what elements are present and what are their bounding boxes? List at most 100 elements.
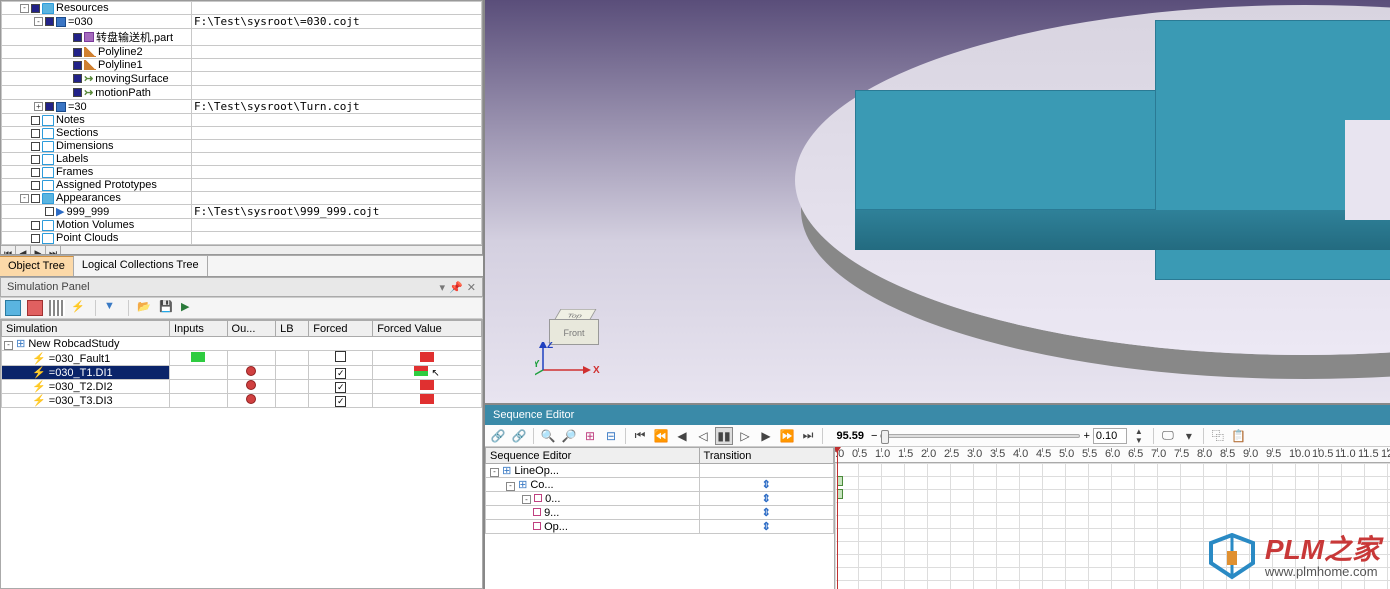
transition-link-icon[interactable]: ⇕ <box>762 479 771 491</box>
tab-object-tree[interactable]: Object Tree <box>0 256 74 276</box>
tree-checkbox[interactable] <box>31 155 40 164</box>
filter-icon[interactable]: ▼ <box>104 300 120 316</box>
prev-frame-icon[interactable]: ◀ <box>673 427 691 445</box>
next-frame-icon[interactable]: ▶ <box>757 427 775 445</box>
tree-icon[interactable]: ⊟ <box>602 427 620 445</box>
seq-toggle[interactable]: - <box>506 482 515 491</box>
seq-row-label[interactable]: Op... <box>544 521 568 533</box>
forced-value-indicator[interactable] <box>420 394 434 404</box>
tab-logical-tree[interactable]: Logical Collections Tree <box>74 256 208 276</box>
input-indicator[interactable] <box>191 352 205 362</box>
3d-viewport[interactable]: Top Front X Z Y <box>485 0 1390 403</box>
view-cube-front[interactable]: Front <box>549 319 599 345</box>
tree-checkbox[interactable] <box>45 207 54 216</box>
sim-row-label[interactable]: =030_T3.DI3 <box>49 395 113 407</box>
time-slider[interactable] <box>880 434 1080 438</box>
tree-item-label[interactable]: Assigned Prototypes <box>56 179 157 191</box>
seq-toggle[interactable]: - <box>522 495 531 504</box>
action-icon[interactable]: ⚡ <box>71 300 87 316</box>
tree-item-label[interactable]: Appearances <box>56 192 121 204</box>
tree-checkbox[interactable] <box>31 129 40 138</box>
forced-value-indicator[interactable] <box>420 352 434 362</box>
tree-item-label[interactable]: =030 <box>68 16 93 28</box>
nav-prev[interactable]: ◀ <box>16 246 31 255</box>
tree-checkbox[interactable] <box>73 74 82 83</box>
tree-item-label[interactable]: Labels <box>56 153 88 165</box>
forced-checkbox[interactable]: ✓ <box>335 368 346 379</box>
step-input[interactable] <box>1093 428 1127 444</box>
transition-link-icon[interactable]: ⇕ <box>762 521 771 533</box>
zoom-out-icon[interactable]: 🔍 <box>539 427 557 445</box>
tree-item-label[interactable]: Sections <box>56 127 98 139</box>
tree-checkbox[interactable] <box>31 4 40 13</box>
sim-root-toggle[interactable]: - <box>4 341 13 350</box>
nav-next[interactable]: ▶ <box>31 246 46 255</box>
tree-item-label[interactable]: 999_999 <box>66 206 109 218</box>
close-icon[interactable]: ✕ <box>467 281 476 294</box>
save-icon[interactable]: 💾 <box>159 300 175 316</box>
forced-checkbox[interactable] <box>335 351 346 362</box>
output-indicator[interactable] <box>246 394 256 404</box>
dropdown-icon[interactable]: ▾ <box>440 281 446 294</box>
tree-checkbox[interactable] <box>45 102 54 111</box>
columns-icon[interactable] <box>49 300 65 316</box>
tree-checkbox[interactable] <box>73 88 82 97</box>
play-icon[interactable]: ▶ <box>181 300 197 316</box>
tree-checkbox[interactable] <box>31 194 40 203</box>
tree-item-label[interactable]: Notes <box>56 114 85 126</box>
pin-icon[interactable]: 📌 <box>449 281 463 294</box>
tree-checkbox[interactable] <box>31 234 40 243</box>
sim-col-header[interactable]: LB <box>276 321 309 337</box>
transition-link-icon[interactable]: ⇕ <box>762 507 771 519</box>
seq-toggle[interactable]: - <box>490 468 499 477</box>
seq-row-label[interactable]: 9... <box>544 507 559 519</box>
seq-col-header[interactable]: Sequence Editor <box>486 448 700 464</box>
seq-row-label[interactable]: 0... <box>545 493 560 505</box>
step-up-icon[interactable]: ▲▼ <box>1130 427 1148 445</box>
seq-row-label[interactable]: Co... <box>530 479 553 491</box>
zoom-fit-icon[interactable]: ⊞ <box>581 427 599 445</box>
tree-item-label[interactable]: =30 <box>68 101 87 113</box>
forced-value-indicator[interactable] <box>420 380 434 390</box>
play-back-icon[interactable]: ◁ <box>694 427 712 445</box>
paste-icon[interactable]: 📋 <box>1230 427 1248 445</box>
nav-first[interactable]: ⏮ <box>1 246 16 255</box>
time-minus-icon[interactable]: − <box>871 430 877 442</box>
tree-item-label[interactable]: Polyline2 <box>98 46 143 58</box>
tree-checkbox[interactable] <box>31 116 40 125</box>
forced-value-indicator[interactable] <box>414 366 428 376</box>
tree-item-label[interactable]: Frames <box>56 166 93 178</box>
sim-col-header[interactable]: Forced Value <box>373 321 482 337</box>
time-plus-icon[interactable]: + <box>1083 430 1089 442</box>
view-cube[interactable]: Top Front <box>545 305 605 360</box>
grid-blue-icon[interactable] <box>5 300 21 316</box>
tree-checkbox[interactable] <box>73 61 82 70</box>
monitor-icon[interactable]: 🖵 <box>1159 427 1177 445</box>
goto-start-icon[interactable]: ⏮ <box>631 427 649 445</box>
forced-checkbox[interactable]: ✓ <box>335 382 346 393</box>
forced-checkbox[interactable]: ✓ <box>335 396 346 407</box>
tree-item-label[interactable]: Point Clouds <box>56 232 118 244</box>
tree-item-label[interactable]: Polyline1 <box>98 59 143 71</box>
pause-icon[interactable]: ▮▮ <box>715 427 733 445</box>
step-back-icon[interactable]: ⏪ <box>652 427 670 445</box>
tree-toggle[interactable]: - <box>20 194 29 203</box>
sim-col-header[interactable]: Ou... <box>227 321 276 337</box>
monitor-dd-icon[interactable]: ▾ <box>1180 427 1198 445</box>
output-indicator[interactable] <box>246 380 256 390</box>
tree-checkbox[interactable] <box>45 17 54 26</box>
tree-checkbox[interactable] <box>73 48 82 57</box>
grid-red-icon[interactable] <box>27 300 43 316</box>
tree-item-label[interactable]: motionPath <box>95 87 151 99</box>
tree-checkbox[interactable] <box>31 142 40 151</box>
sim-root-label[interactable]: New RobcadStudy <box>28 338 119 350</box>
tree-checkbox[interactable] <box>31 221 40 230</box>
step-fwd-icon[interactable]: ⏩ <box>778 427 796 445</box>
output-indicator[interactable] <box>246 366 256 376</box>
seq-row-label[interactable]: LineOp... <box>514 465 559 477</box>
tree-toggle[interactable]: + <box>34 102 43 111</box>
tree-checkbox[interactable] <box>73 33 82 42</box>
zoom-in-icon[interactable]: 🔎 <box>560 427 578 445</box>
open-icon[interactable]: 📂 <box>137 300 153 316</box>
sim-row-label[interactable]: =030_T1.DI1 <box>49 367 113 379</box>
